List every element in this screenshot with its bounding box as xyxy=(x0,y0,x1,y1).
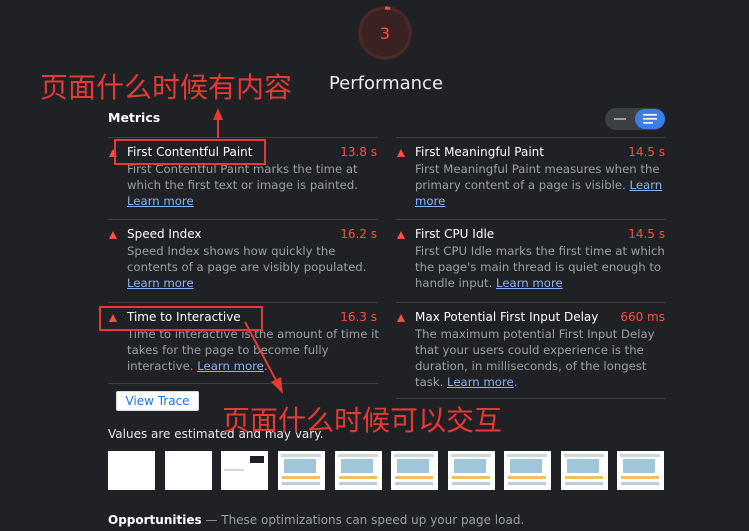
arrow-up-icon xyxy=(213,108,223,138)
annotation-arrows xyxy=(213,108,283,394)
arrow-diagonal-icon xyxy=(244,321,283,394)
